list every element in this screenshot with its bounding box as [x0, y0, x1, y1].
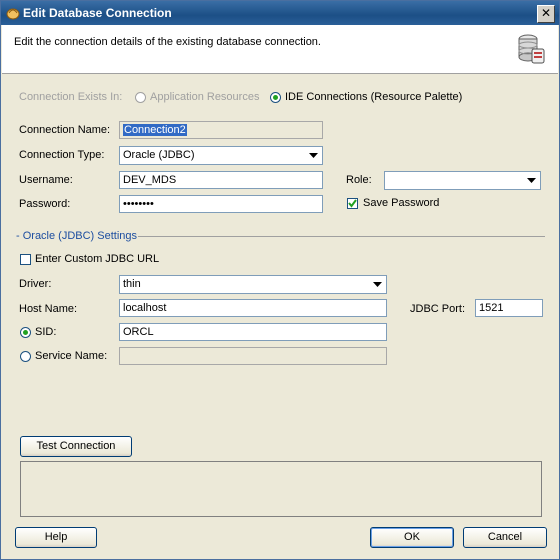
dialog-window: Edit Database Connection ✕ Edit the conn…	[0, 0, 560, 560]
app-icon	[6, 8, 20, 20]
custom-jdbc-url-label: Enter Custom JDBC URL	[35, 253, 160, 265]
application-resources-label: Application Resources	[150, 91, 260, 103]
service-name-field[interactable]	[119, 347, 387, 365]
ide-connections-label: IDE Connections (Resource Palette)	[285, 91, 463, 103]
host-name-label: Host Name:	[19, 303, 78, 315]
cancel-button[interactable]: Cancel	[463, 527, 547, 548]
driver-label: Driver:	[19, 278, 52, 290]
save-password-checkbox[interactable]	[347, 198, 358, 209]
connection-type-value: Oracle (JDBC)	[123, 149, 195, 161]
dialog-header: Edit the connection details of the exist…	[2, 25, 558, 74]
custom-jdbc-url-checkbox[interactable]	[20, 254, 31, 265]
oracle-settings-section-label[interactable]: - Oracle (JDBC) Settings	[16, 230, 137, 242]
connection-exists-in-label: Connection Exists In:	[19, 91, 123, 103]
sid-field[interactable]: ORCL	[119, 323, 387, 341]
driver-value: thin	[123, 278, 141, 290]
dialog-body: Connection Exists In: Application Resour…	[2, 74, 558, 559]
checkmark-icon	[348, 199, 357, 208]
host-name-field[interactable]: localhost	[119, 299, 387, 317]
section-divider	[138, 236, 545, 237]
password-field[interactable]: ••••••••	[119, 195, 323, 213]
service-name-label: Service Name:	[35, 350, 108, 362]
header-description: Edit the connection details of the exist…	[14, 36, 321, 48]
save-password-label: Save Password	[363, 197, 440, 209]
connection-name-field[interactable]: Connection2	[119, 121, 323, 139]
connection-type-select[interactable]: Oracle (JDBC)	[119, 146, 323, 165]
jdbc-port-field[interactable]: 1521	[475, 299, 543, 317]
driver-select[interactable]: thin	[119, 275, 387, 294]
radio-service-name[interactable]	[20, 351, 31, 362]
username-label: Username:	[19, 174, 73, 186]
title-bar[interactable]: Edit Database Connection ✕	[1, 1, 559, 25]
sid-label: SID:	[35, 326, 57, 338]
connection-type-label: Connection Type:	[19, 149, 105, 161]
test-connection-button[interactable]: Test Connection	[20, 436, 132, 457]
radio-application-resources[interactable]	[135, 92, 146, 103]
connection-name-label: Connection Name:	[19, 124, 111, 136]
database-icon	[518, 34, 545, 64]
help-button[interactable]: Help	[15, 527, 97, 548]
chevron-down-icon	[524, 173, 539, 188]
chevron-down-icon	[370, 277, 385, 292]
chevron-down-icon	[306, 148, 321, 163]
test-status-area	[20, 461, 542, 517]
close-button[interactable]: ✕	[537, 5, 555, 23]
ok-button[interactable]: OK	[370, 527, 454, 548]
window-title: Edit Database Connection	[23, 6, 172, 20]
password-label: Password:	[19, 198, 71, 210]
radio-ide-connections[interactable]	[270, 92, 281, 103]
radio-sid[interactable]	[20, 327, 31, 338]
role-select[interactable]	[384, 171, 541, 190]
username-field[interactable]: DEV_MDS	[119, 171, 323, 189]
jdbc-port-label: JDBC Port:	[410, 303, 466, 315]
role-label: Role:	[346, 174, 372, 186]
